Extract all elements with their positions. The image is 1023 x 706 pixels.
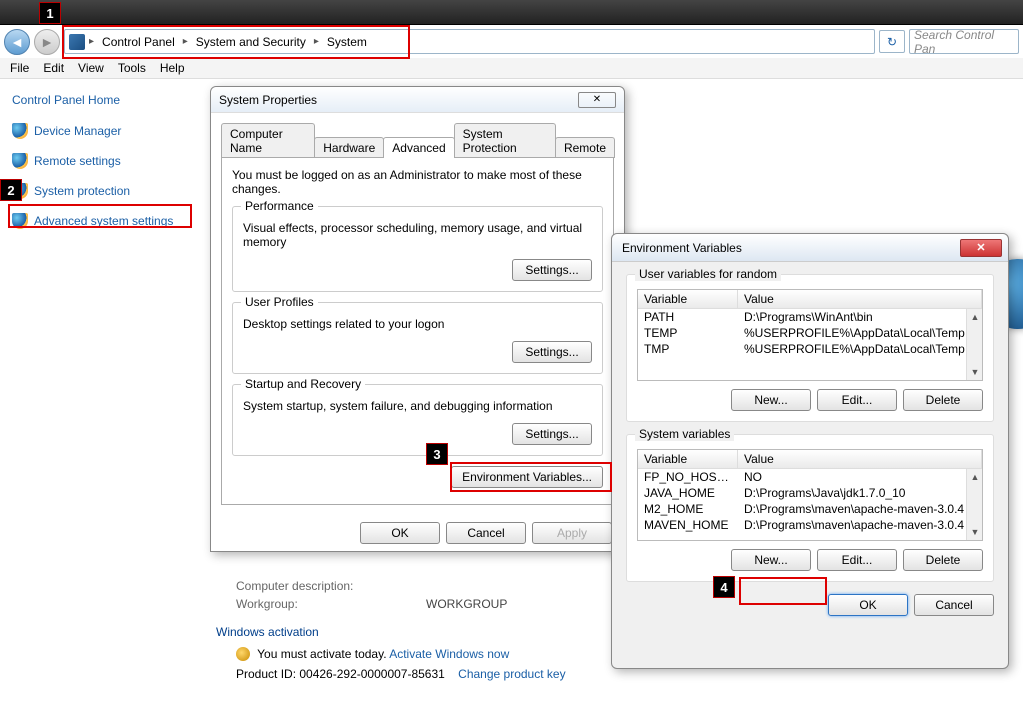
user-var-delete-button[interactable]: Delete: [903, 389, 983, 411]
apply-button: Apply: [532, 522, 612, 544]
shield-icon: [12, 153, 28, 169]
breadcrumb-field[interactable]: ▸ Control Panel ▸ System and Security ▸ …: [64, 29, 875, 54]
sidebar-system-protection[interactable]: System protection: [12, 181, 188, 201]
menu-bar: File Edit View Tools Help: [0, 58, 1023, 79]
environment-variables-button[interactable]: Environment Variables...: [451, 466, 603, 488]
activate-windows-link[interactable]: Activate Windows now: [389, 647, 509, 661]
chevron-right-icon: ▸: [87, 36, 96, 47]
tab-hardware[interactable]: Hardware: [314, 137, 384, 158]
system-variables-list[interactable]: Variable Value FP_NO_HOST_C...NO JAVA_HO…: [637, 449, 983, 541]
system-var-new-button[interactable]: New...: [731, 549, 811, 571]
list-item: PATHD:\Programs\WinAnt\bin: [638, 309, 982, 325]
performance-settings-button[interactable]: Settings...: [512, 259, 592, 281]
computer-description-label: Computer description:: [236, 579, 386, 593]
column-header-value[interactable]: Value: [738, 450, 982, 468]
dialog-title-bar: System Properties ✕: [211, 87, 624, 113]
list-item: MAVEN_HOMED:\Programs\maven\apache-maven…: [638, 517, 982, 533]
tab-system-protection[interactable]: System Protection: [454, 123, 556, 158]
column-header-value[interactable]: Value: [738, 290, 982, 308]
system-var-edit-button[interactable]: Edit...: [817, 549, 897, 571]
startup-recovery-group: Startup and Recovery System startup, sys…: [232, 384, 603, 456]
change-product-key-link[interactable]: Change product key: [458, 667, 565, 681]
cancel-button[interactable]: Cancel: [914, 594, 994, 616]
breadcrumb-item[interactable]: System and Security: [192, 33, 310, 51]
tab-body-advanced: You must be logged on as an Administrato…: [221, 157, 614, 505]
breadcrumb-item[interactable]: Control Panel: [98, 33, 179, 51]
list-item: TMP%USERPROFILE%\AppData\Local\Temp: [638, 341, 982, 357]
address-bar: ◄ ► ▸ Control Panel ▸ System and Securit…: [0, 25, 1023, 58]
activation-message: You must activate today.: [257, 647, 389, 661]
sidebar-advanced-system-settings[interactable]: Advanced system settings: [12, 211, 188, 231]
list-item: FP_NO_HOST_C...NO: [638, 469, 982, 485]
list-item: JAVA_HOMED:\Programs\Java\jdk1.7.0_10: [638, 485, 982, 501]
chevron-right-icon: ▸: [181, 36, 190, 47]
control-panel-icon: [69, 34, 85, 50]
annotation-callout-1: 1: [39, 2, 61, 24]
product-id-label: Product ID:: [236, 667, 299, 681]
menu-edit[interactable]: Edit: [43, 61, 64, 75]
system-variables-group: System variables Variable Value FP_NO_HO…: [626, 434, 994, 582]
close-button[interactable]: ✕: [578, 92, 616, 108]
tab-remote[interactable]: Remote: [555, 137, 615, 158]
shield-icon: [12, 213, 28, 229]
dialog-title-bar: Environment Variables ✕: [612, 234, 1008, 262]
breadcrumb-item[interactable]: System: [323, 33, 371, 51]
tab-computer-name[interactable]: Computer Name: [221, 123, 315, 158]
close-button[interactable]: ✕: [960, 239, 1002, 257]
column-header-variable[interactable]: Variable: [638, 450, 738, 468]
user-variables-group: User variables for random Variable Value…: [626, 274, 994, 422]
scrollbar[interactable]: ▲▼: [966, 309, 982, 380]
system-properties-dialog: System Properties ✕ Computer Name Hardwa…: [210, 86, 625, 552]
menu-file[interactable]: File: [10, 61, 29, 75]
list-item: TEMP%USERPROFILE%\AppData\Local\Temp: [638, 325, 982, 341]
dialog-title: System Properties: [219, 93, 317, 107]
user-profiles-group: User Profiles Desktop settings related t…: [232, 302, 603, 374]
system-var-delete-button[interactable]: Delete: [903, 549, 983, 571]
environment-variables-dialog: Environment Variables ✕ User variables f…: [611, 233, 1009, 669]
search-input[interactable]: Search Control Pan: [909, 29, 1019, 54]
refresh-button[interactable]: ↻: [879, 30, 905, 53]
workgroup-value: WORKGROUP: [426, 597, 507, 611]
sidebar-device-manager[interactable]: Device Manager: [12, 121, 188, 141]
cancel-button[interactable]: Cancel: [446, 522, 526, 544]
dialog-title: Environment Variables: [622, 241, 742, 255]
annotation-callout-4: 4: [713, 576, 735, 598]
sidebar-remote-settings[interactable]: Remote settings: [12, 151, 188, 171]
user-profiles-settings-button[interactable]: Settings...: [512, 341, 592, 363]
tab-strip: Computer Name Hardware Advanced System P…: [211, 113, 624, 158]
chevron-right-icon: ▸: [312, 36, 321, 47]
list-item: M2_HOMED:\Programs\maven\apache-maven-3.…: [638, 501, 982, 517]
menu-tools[interactable]: Tools: [118, 61, 146, 75]
admin-note: You must be logged on as an Administrato…: [232, 168, 603, 196]
menu-help[interactable]: Help: [160, 61, 185, 75]
control-panel-home-link[interactable]: Control Panel Home: [12, 93, 188, 107]
user-var-edit-button[interactable]: Edit...: [817, 389, 897, 411]
product-id-value: 00426-292-0000007-85631: [299, 667, 444, 681]
shield-icon: [12, 123, 28, 139]
back-button[interactable]: ◄: [4, 29, 30, 55]
annotation-callout-3: 3: [426, 443, 448, 465]
forward-button[interactable]: ►: [34, 29, 60, 55]
user-var-new-button[interactable]: New...: [731, 389, 811, 411]
key-icon: [236, 647, 250, 661]
tab-advanced[interactable]: Advanced: [383, 137, 454, 158]
annotation-callout-2: 2: [0, 179, 22, 201]
ok-button[interactable]: OK: [360, 522, 440, 544]
column-header-variable[interactable]: Variable: [638, 290, 738, 308]
ok-button[interactable]: OK: [828, 594, 908, 616]
window-title-bar: [0, 0, 1023, 25]
dialog-footer: OK Cancel Apply: [211, 514, 624, 552]
user-variables-list[interactable]: Variable Value PATHD:\Programs\WinAnt\bi…: [637, 289, 983, 381]
startup-recovery-settings-button[interactable]: Settings...: [512, 423, 592, 445]
sidebar: Control Panel Home Device Manager Remote…: [0, 79, 200, 706]
scrollbar[interactable]: ▲▼: [966, 469, 982, 540]
performance-group: Performance Visual effects, processor sc…: [232, 206, 603, 292]
menu-view[interactable]: View: [78, 61, 104, 75]
workgroup-label: Workgroup:: [236, 597, 386, 611]
